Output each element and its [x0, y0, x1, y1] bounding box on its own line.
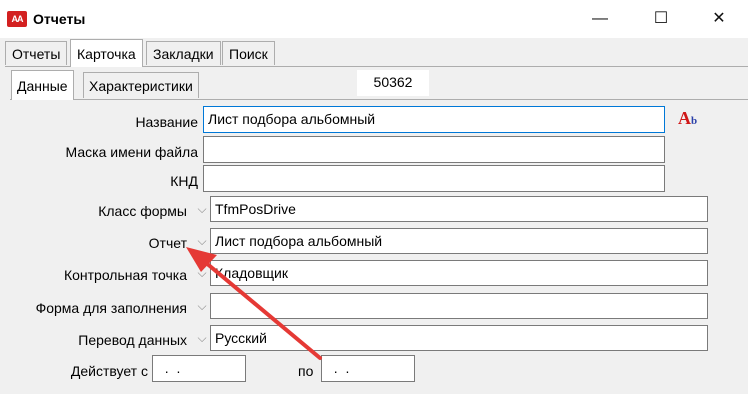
tab-card[interactable]: Карточка	[70, 39, 143, 67]
subtab-data[interactable]: Данные	[11, 70, 74, 100]
